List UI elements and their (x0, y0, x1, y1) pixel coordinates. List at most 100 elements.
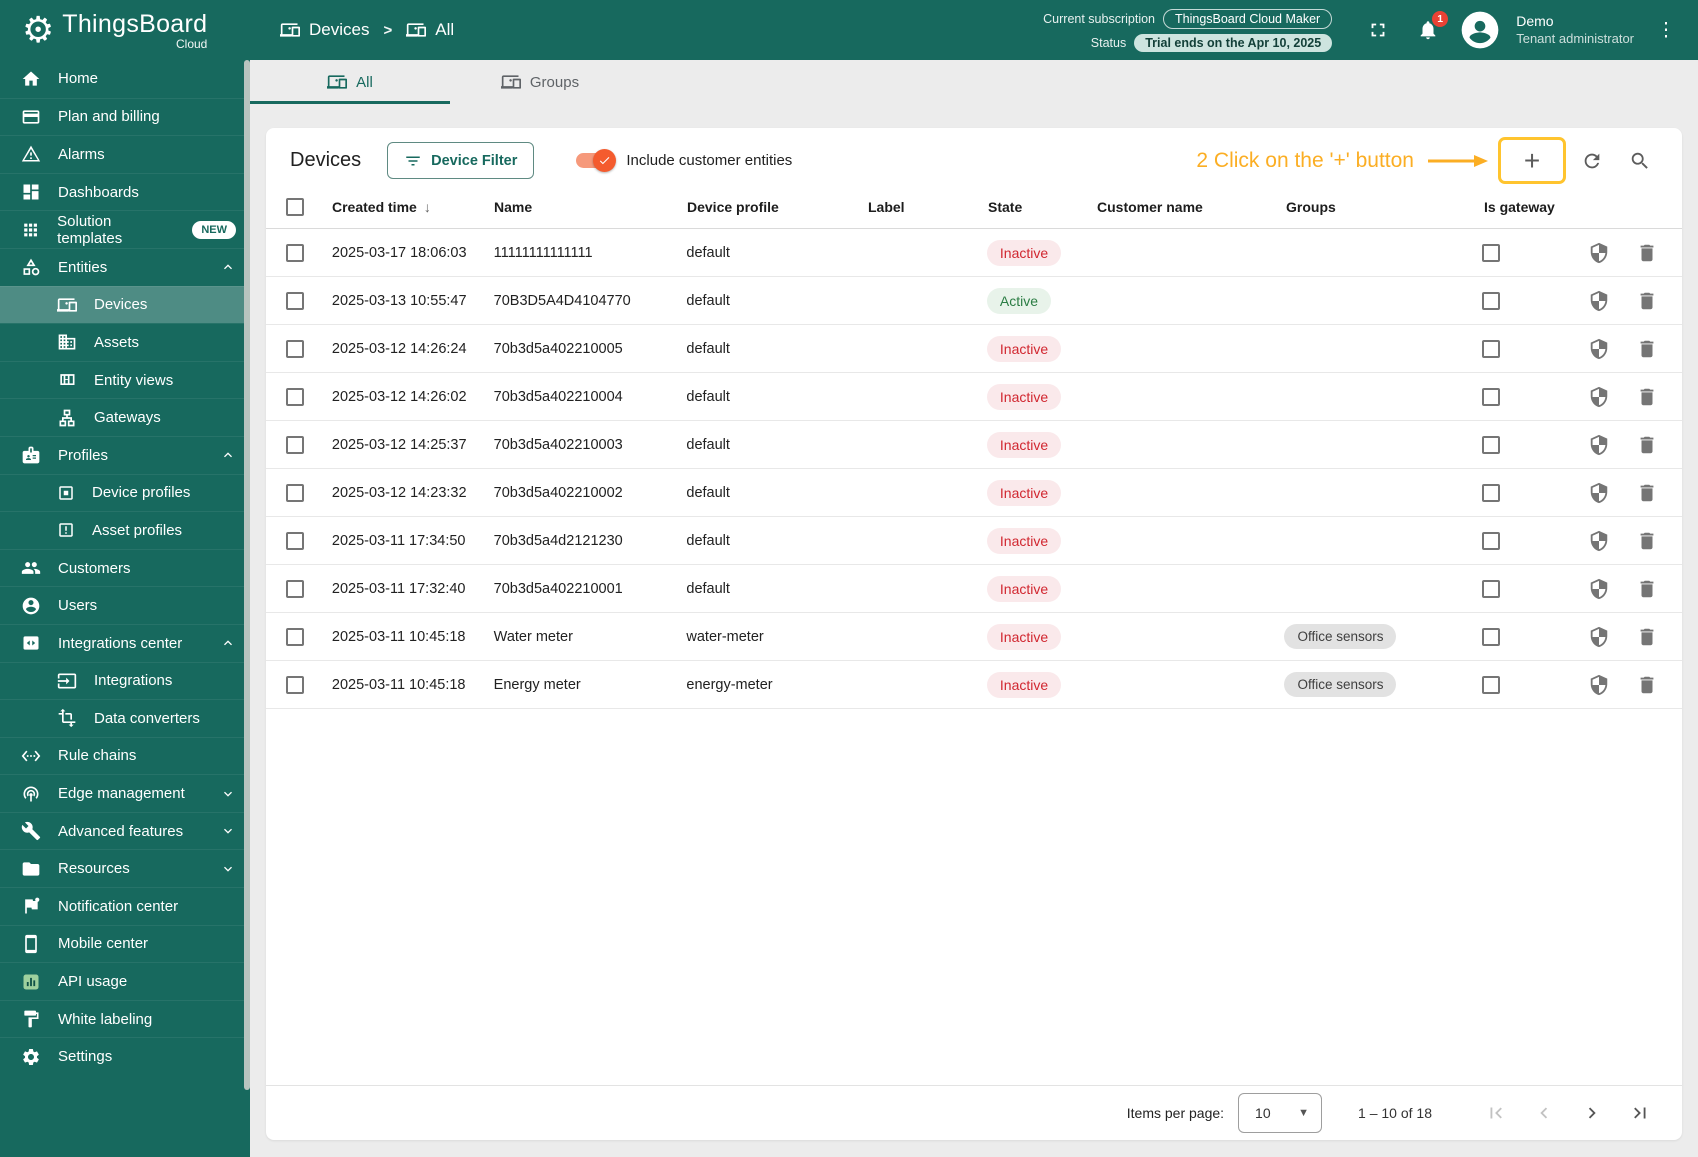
row-checkbox[interactable] (286, 387, 304, 406)
sidebar-item-settings[interactable]: Settings (0, 1037, 250, 1075)
row-checkbox[interactable] (286, 675, 304, 694)
select-all-checkbox[interactable] (286, 197, 304, 216)
column-label[interactable]: Label (868, 199, 988, 215)
row-checkbox[interactable] (286, 627, 304, 646)
delete-icon[interactable] (1636, 242, 1658, 264)
gateway-checkbox[interactable] (1482, 435, 1501, 454)
sidebar-item-data-converters[interactable]: Data converters (0, 699, 250, 737)
breadcrumb-devices[interactable]: Devices (280, 20, 369, 40)
sidebar-scrollbar[interactable] (244, 60, 250, 1090)
previous-page-button[interactable] (1524, 1093, 1564, 1133)
security-shield-icon[interactable] (1588, 626, 1610, 648)
delete-icon[interactable] (1636, 626, 1658, 648)
last-page-button[interactable] (1620, 1093, 1660, 1133)
user-avatar[interactable] (1460, 10, 1500, 50)
table-row[interactable]: 2025-03-11 10:45:18 Energy meter energy-… (266, 661, 1682, 709)
row-checkbox[interactable] (286, 531, 304, 550)
row-checkbox[interactable] (286, 579, 304, 598)
table-row[interactable]: 2025-03-12 14:26:24 70b3d5a402210005 def… (266, 325, 1682, 373)
row-checkbox[interactable] (286, 243, 304, 262)
sidebar-item-white-labeling[interactable]: White labeling (0, 999, 250, 1038)
security-shield-icon[interactable] (1588, 338, 1610, 360)
tab-all[interactable]: All (250, 60, 450, 104)
sidebar-item-devices[interactable]: Devices (0, 285, 250, 324)
sidebar-section-edge-management[interactable]: Edge management (0, 774, 250, 812)
device-filter-button[interactable]: Device Filter (387, 142, 535, 179)
trial-status-chip[interactable]: Trial ends on the Apr 10, 2025 (1134, 33, 1333, 52)
search-button[interactable] (1620, 141, 1660, 181)
sidebar-item-device-profiles[interactable]: Device profiles (0, 473, 250, 512)
security-shield-icon[interactable] (1588, 578, 1610, 600)
column-device-profile[interactable]: Device profile (687, 199, 868, 215)
gateway-checkbox[interactable] (1482, 531, 1501, 550)
security-shield-icon[interactable] (1588, 530, 1610, 552)
column-state[interactable]: State (988, 199, 1097, 215)
add-device-button[interactable]: + (1498, 137, 1566, 184)
first-page-button[interactable] (1476, 1093, 1516, 1133)
sidebar-item-plan-and-billing[interactable]: Plan and billing (0, 97, 250, 136)
column-name[interactable]: Name (494, 199, 687, 215)
sidebar-item-solution-templates[interactable]: Solution templates NEW (0, 210, 250, 248)
sidebar-item-asset-profiles[interactable]: Asset profiles (0, 511, 250, 549)
security-shield-icon[interactable] (1588, 386, 1610, 408)
table-row[interactable]: 2025-03-12 14:23:32 70b3d5a402210002 def… (266, 469, 1682, 517)
table-row[interactable]: 2025-03-17 18:06:03 11111111111111 defau… (266, 229, 1682, 277)
table-row[interactable]: 2025-03-12 14:26:02 70b3d5a402210004 def… (266, 373, 1682, 421)
row-checkbox[interactable] (286, 483, 304, 502)
sidebar-item-assets[interactable]: Assets (0, 323, 250, 361)
table-row[interactable]: 2025-03-13 10:55:47 70B3D5A4D4104770 def… (266, 277, 1682, 325)
sidebar-item-rule-chains[interactable]: Rule chains (0, 736, 250, 775)
gateway-checkbox[interactable] (1482, 387, 1501, 406)
group-chip[interactable]: Office sensors (1284, 624, 1397, 649)
table-row[interactable]: 2025-03-11 17:32:40 70b3d5a402210001 def… (266, 565, 1682, 613)
row-checkbox[interactable] (286, 291, 304, 310)
sidebar-item-gateways[interactable]: Gateways (0, 398, 250, 436)
refresh-button[interactable] (1572, 141, 1612, 181)
sidebar-section-resources[interactable]: Resources (0, 849, 250, 887)
logo[interactable]: ⚙ ThingsBoard Cloud (0, 10, 250, 51)
delete-icon[interactable] (1636, 338, 1658, 360)
gateway-checkbox[interactable] (1482, 243, 1501, 262)
sidebar-section-integrations-center[interactable]: Integrations center (0, 623, 250, 662)
gateway-checkbox[interactable] (1482, 627, 1501, 646)
security-shield-icon[interactable] (1588, 242, 1610, 264)
group-chip[interactable]: Office sensors (1284, 672, 1397, 697)
delete-icon[interactable] (1636, 530, 1658, 552)
subscription-chip[interactable]: ThingsBoard Cloud Maker (1163, 8, 1333, 29)
delete-icon[interactable] (1636, 674, 1658, 696)
breadcrumb-all[interactable]: All (406, 20, 454, 40)
sidebar-item-mobile-center[interactable]: Mobile center (0, 924, 250, 963)
column-is-gateway[interactable]: Is gateway (1484, 199, 1590, 215)
fullscreen-button[interactable] (1360, 12, 1396, 48)
sidebar-item-integrations[interactable]: Integrations (0, 661, 250, 700)
sidebar-item-home[interactable]: Home (0, 60, 250, 98)
delete-icon[interactable] (1636, 290, 1658, 312)
row-checkbox[interactable] (286, 435, 304, 454)
gateway-checkbox[interactable] (1482, 339, 1501, 358)
notifications-button[interactable]: 1 (1410, 11, 1449, 48)
sidebar-section-advanced-features[interactable]: Advanced features (0, 811, 250, 850)
delete-icon[interactable] (1636, 578, 1658, 600)
delete-icon[interactable] (1636, 386, 1658, 408)
sidebar-item-dashboards[interactable]: Dashboards (0, 172, 250, 211)
security-shield-icon[interactable] (1588, 674, 1610, 696)
gateway-checkbox[interactable] (1482, 483, 1501, 502)
tab-groups[interactable]: Groups (450, 60, 630, 104)
table-row[interactable]: 2025-03-11 10:45:18 Water meter water-me… (266, 613, 1682, 661)
gateway-checkbox[interactable] (1482, 579, 1501, 598)
column-created-time[interactable]: Created time ↓ (332, 199, 494, 215)
sidebar-item-users[interactable]: Users (0, 586, 250, 624)
table-row[interactable]: 2025-03-11 17:34:50 70b3d5a4d2121230 def… (266, 517, 1682, 565)
next-page-button[interactable] (1572, 1093, 1612, 1133)
gateway-checkbox[interactable] (1482, 291, 1501, 310)
sidebar-item-api-usage[interactable]: API usage (0, 962, 250, 1000)
column-groups[interactable]: Groups (1286, 199, 1484, 215)
sidebar-section-entities[interactable]: Entities (0, 247, 250, 286)
row-checkbox[interactable] (286, 339, 304, 358)
sidebar-item-entity-views[interactable]: Entity views (0, 360, 250, 399)
more-menu-button[interactable]: ⋮ (1648, 12, 1684, 48)
user-info[interactable]: Demo Tenant administrator (1516, 13, 1634, 47)
delete-icon[interactable] (1636, 482, 1658, 504)
column-customer-name[interactable]: Customer name (1097, 199, 1286, 215)
include-customer-entities-toggle[interactable]: Include customer entities (576, 149, 792, 172)
